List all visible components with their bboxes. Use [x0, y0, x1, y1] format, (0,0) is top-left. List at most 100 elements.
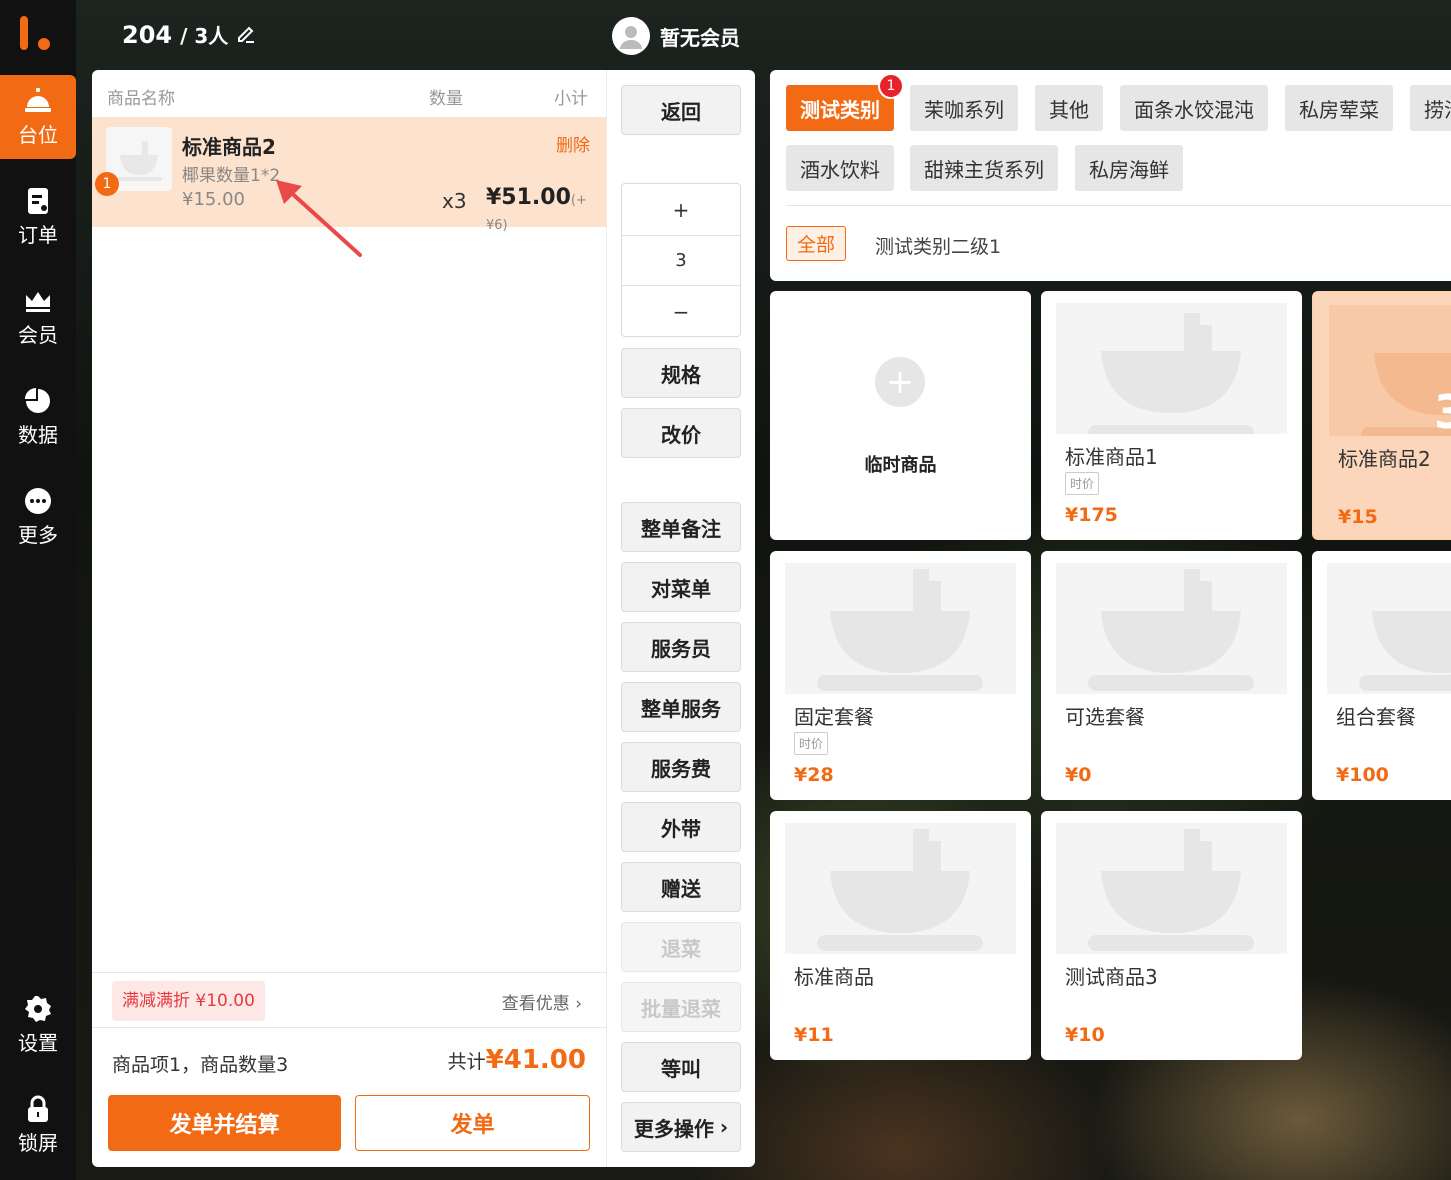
- item-subtotal-value: ¥51.00: [486, 185, 571, 210]
- order-note-button[interactable]: 整单备注: [621, 502, 741, 552]
- more-operations-button[interactable]: 更多操作 ›: [621, 1102, 741, 1152]
- subcategory-all[interactable]: 全部: [786, 226, 847, 261]
- category-tab[interactable]: 捞汁: [1410, 85, 1451, 131]
- col-header-subtotal: 小计: [554, 89, 588, 109]
- item-subtotal: ¥51.00(+¥6): [486, 185, 606, 235]
- decrease-button[interactable]: −: [622, 286, 740, 337]
- table-info: 204 / 3人: [122, 20, 256, 49]
- send-and-checkout-button[interactable]: 发单并结算: [108, 1095, 341, 1151]
- product-image: [1056, 823, 1287, 954]
- product-price: ¥28: [794, 764, 834, 786]
- view-discount-link[interactable]: 查看优惠 ›: [502, 989, 582, 1014]
- discount-bar: 满减满折 ¥10.00 查看优惠 ›: [92, 972, 606, 1028]
- takeaway-button[interactable]: 外带: [621, 802, 741, 852]
- check-menu-button[interactable]: 对菜单: [621, 562, 741, 612]
- crown-icon: [24, 287, 52, 315]
- batch-return-button[interactable]: 批量退菜: [621, 982, 741, 1032]
- nav-item-members[interactable]: 会员: [0, 275, 76, 359]
- edit-icon[interactable]: [236, 23, 256, 43]
- nav-item-lock[interactable]: 锁屏: [0, 1083, 76, 1167]
- nav-label: 更多: [18, 522, 58, 547]
- product-card[interactable]: 标准商品 ¥11: [770, 811, 1031, 1060]
- col-header-qty: 数量: [429, 89, 463, 109]
- product-image: [785, 823, 1016, 954]
- product-name: 标准商品2: [1338, 447, 1431, 471]
- product-card[interactable]: 测试商品3 ¥10: [1041, 811, 1302, 1060]
- nav-item-orders[interactable]: 订单: [0, 175, 76, 259]
- product-name: 标准商品1: [1065, 445, 1158, 469]
- nav-item-data[interactable]: 数据: [0, 375, 76, 459]
- view-discount-label: 查看优惠: [501, 994, 570, 1014]
- nav-label: 订单: [18, 222, 58, 247]
- nav-label: 设置: [18, 1030, 58, 1055]
- product-card[interactable]: 标准商品1 时价 ¥175: [1041, 291, 1302, 540]
- spec-button[interactable]: 规格: [621, 348, 741, 398]
- nav-label: 锁屏: [18, 1130, 58, 1155]
- plus-icon: +: [875, 357, 925, 407]
- category-badge: 1: [878, 73, 904, 99]
- category-tab[interactable]: 私房荤菜: [1285, 85, 1393, 131]
- product-card[interactable]: 组合套餐 ¥100: [1312, 551, 1451, 800]
- category-tab[interactable]: 茉咖系列: [910, 85, 1018, 131]
- category-label: 测试类别: [800, 97, 880, 122]
- product-image: [1329, 305, 1451, 436]
- product-card[interactable]: 可选套餐 ¥0: [1041, 551, 1302, 800]
- category-tab[interactable]: 甜辣主货系列: [910, 145, 1058, 191]
- product-name: 固定套餐: [794, 705, 874, 729]
- app-logo-icon: [20, 16, 50, 50]
- chevron-right-icon: ›: [719, 1115, 729, 1139]
- member-selector[interactable]: 暂无会员: [612, 17, 740, 55]
- product-card-selected[interactable]: 3 标准商品2 ¥15: [1312, 291, 1451, 540]
- category-tab[interactable]: 其他: [1035, 85, 1103, 131]
- category-tab[interactable]: 酒水饮料: [786, 145, 894, 191]
- product-image: [1056, 563, 1287, 694]
- product-price: ¥175: [1065, 504, 1118, 526]
- subcategory-item[interactable]: 测试类别二级1: [875, 232, 1001, 259]
- table-number: 204: [122, 21, 173, 49]
- total-value: ¥41.00: [485, 1045, 586, 1075]
- gear-icon: [24, 995, 52, 1023]
- category-tab-test[interactable]: 测试类别 1: [786, 73, 904, 131]
- lock-icon: [24, 1095, 52, 1123]
- gift-button[interactable]: 赠送: [621, 862, 741, 912]
- product-price: ¥15: [1338, 506, 1378, 528]
- delete-item-link[interactable]: 删除: [556, 131, 590, 156]
- category-tab[interactable]: 私房海鲜: [1075, 145, 1183, 191]
- member-label: 暂无会员: [660, 25, 740, 50]
- increase-button[interactable]: +: [622, 184, 740, 235]
- product-price: ¥0: [1065, 764, 1092, 786]
- service-fee-button[interactable]: 服务费: [621, 742, 741, 792]
- action-column: 返回 + 3 − 规格 改价 整单备注 对菜单 服务员 整单服务 服务费 外带 …: [606, 70, 755, 1167]
- quantity-stepper: + 3 −: [621, 183, 741, 337]
- back-button[interactable]: 返回: [621, 85, 741, 135]
- bell-icon: [24, 87, 52, 115]
- people-count: / 3人: [180, 24, 229, 48]
- item-index-badge: 1: [95, 172, 119, 196]
- waiter-button[interactable]: 服务员: [621, 622, 741, 672]
- send-order-button[interactable]: 发单: [355, 1095, 590, 1151]
- change-price-button[interactable]: 改价: [621, 408, 741, 458]
- product-price: ¥11: [794, 1024, 834, 1046]
- more-icon: [24, 487, 52, 515]
- product-card-temp[interactable]: + 临时商品: [770, 291, 1031, 540]
- item-spec: 椰果数量1*2: [182, 166, 281, 186]
- return-dish-button[interactable]: 退菜: [621, 922, 741, 972]
- product-name: 临时商品: [864, 455, 937, 476]
- annotation-arrow-icon: [276, 180, 362, 257]
- category-tab[interactable]: 面条水饺混沌: [1120, 85, 1268, 131]
- product-name: 可选套餐: [1065, 705, 1145, 729]
- product-price: ¥10: [1065, 1024, 1105, 1046]
- product-card[interactable]: 固定套餐 时价 ¥28: [770, 551, 1031, 800]
- nav-item-settings[interactable]: 设置: [0, 983, 76, 1067]
- order-total: 共计¥41.00: [448, 1045, 586, 1075]
- more-operations-label: 更多操作: [633, 1116, 714, 1141]
- divider: [786, 205, 1451, 206]
- total-label: 共计: [447, 1051, 486, 1073]
- col-header-name: 商品名称: [107, 89, 175, 109]
- product-name: 测试商品3: [1065, 965, 1158, 989]
- nav-item-tables[interactable]: 台位: [0, 75, 76, 159]
- order-service-button[interactable]: 整单服务: [621, 682, 741, 732]
- nav-item-more[interactable]: 更多: [0, 475, 76, 559]
- nav-label: 会员: [18, 322, 58, 347]
- call-wait-button[interactable]: 等叫: [621, 1042, 741, 1092]
